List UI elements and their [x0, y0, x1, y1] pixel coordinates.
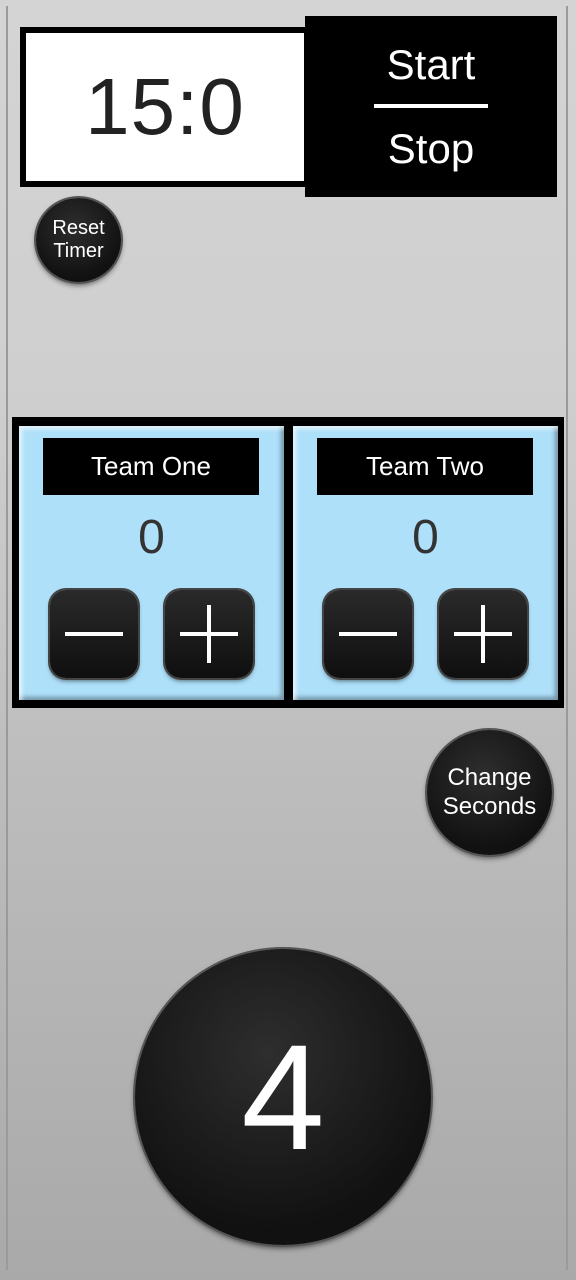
scoreboard: Team One 0 Team Two 0 [12, 417, 564, 708]
start-stop-divider [374, 103, 488, 108]
change-label-line1: Change [447, 763, 532, 791]
timer-value: 15:0 [85, 62, 245, 151]
timer-display: 15:0 [20, 27, 310, 187]
change-label-line2: Seconds [442, 792, 537, 820]
team-one-name: Team One [43, 438, 259, 495]
team-one-panel: Team One 0 [19, 426, 284, 700]
reset-label-line1: Reset [52, 217, 105, 239]
minus-icon [339, 632, 397, 636]
team-one-score: 0 [138, 511, 165, 564]
team-one-increment-button[interactable] [165, 590, 253, 678]
stop-label: Stop [387, 124, 475, 172]
seconds-value: 4 [241, 1012, 325, 1181]
start-stop-button[interactable]: Start Stop [305, 16, 557, 197]
minus-icon [65, 632, 123, 636]
reset-timer-button[interactable]: Reset Timer [36, 198, 121, 282]
team-two-score: 0 [412, 511, 439, 564]
change-seconds-button[interactable]: Change Seconds [427, 730, 552, 855]
team-two-name: Team Two [317, 438, 533, 495]
start-label: Start [386, 40, 476, 88]
team-two-panel: Team Two 0 [293, 426, 558, 700]
team-two-increment-button[interactable] [439, 590, 527, 678]
seconds-button[interactable]: 4 [135, 949, 431, 1245]
reset-label-line2: Timer [53, 240, 104, 262]
team-two-decrement-button[interactable] [324, 590, 412, 678]
team-one-decrement-button[interactable] [50, 590, 138, 678]
